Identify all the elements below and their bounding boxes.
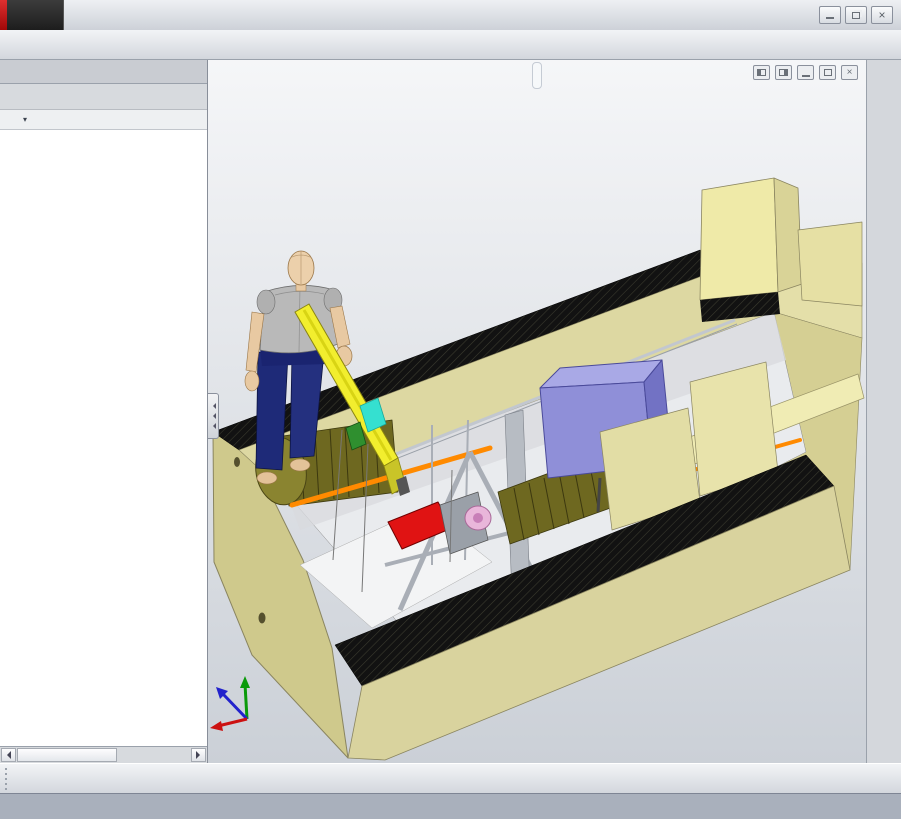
tree-filter-row: ▾ bbox=[0, 110, 207, 130]
title-bar: × bbox=[0, 0, 901, 30]
task-pane bbox=[866, 60, 901, 763]
command-tabs bbox=[0, 60, 207, 84]
panel-splitter-handle[interactable] bbox=[208, 393, 219, 439]
tag-icon[interactable] bbox=[867, 798, 887, 816]
heads-up-view-toolbar bbox=[532, 62, 542, 89]
doc-close-button[interactable]: × bbox=[841, 65, 858, 80]
scroll-right-button[interactable] bbox=[191, 748, 206, 762]
collapse-left-pane-button[interactable] bbox=[753, 65, 770, 80]
app-logo bbox=[7, 0, 31, 30]
filter-funnel-icon[interactable] bbox=[6, 113, 20, 127]
bed-hole bbox=[234, 457, 240, 467]
doc-minimize-button[interactable] bbox=[797, 65, 814, 80]
manager-tab-row bbox=[0, 84, 207, 110]
minimize-button[interactable] bbox=[819, 6, 841, 24]
status-bar bbox=[0, 793, 901, 819]
bed-hole bbox=[258, 612, 266, 624]
graphics-viewport[interactable]: × bbox=[208, 60, 866, 763]
sketch-toolbar bbox=[0, 763, 901, 793]
tree-horizontal-scrollbar[interactable] bbox=[0, 746, 207, 763]
solidworks-window: × ▾ × bbox=[0, 0, 901, 819]
toolbar-drag-handle[interactable] bbox=[2, 767, 10, 790]
scrollbar-thumb[interactable] bbox=[17, 748, 117, 762]
feature-manager-panel: ▾ bbox=[0, 60, 208, 763]
quick-access-toolbar bbox=[63, 0, 811, 30]
filter-dropdown-caret[interactable]: ▾ bbox=[23, 115, 27, 124]
assembly-toolbar bbox=[0, 30, 901, 60]
doc-restore-button[interactable] bbox=[819, 65, 836, 80]
search-icon[interactable] bbox=[31, 0, 63, 30]
brand-accent bbox=[0, 0, 7, 30]
collapse-right-pane-button[interactable] bbox=[775, 65, 792, 80]
3d-scene[interactable] bbox=[208, 60, 866, 763]
document-window-buttons: × bbox=[753, 65, 858, 80]
feature-tree bbox=[0, 130, 207, 746]
close-button[interactable]: × bbox=[871, 6, 893, 24]
window-controls: × bbox=[811, 0, 901, 30]
restore-button[interactable] bbox=[845, 6, 867, 24]
right-block[interactable] bbox=[797, 221, 863, 307]
scroll-left-button[interactable] bbox=[1, 748, 16, 762]
